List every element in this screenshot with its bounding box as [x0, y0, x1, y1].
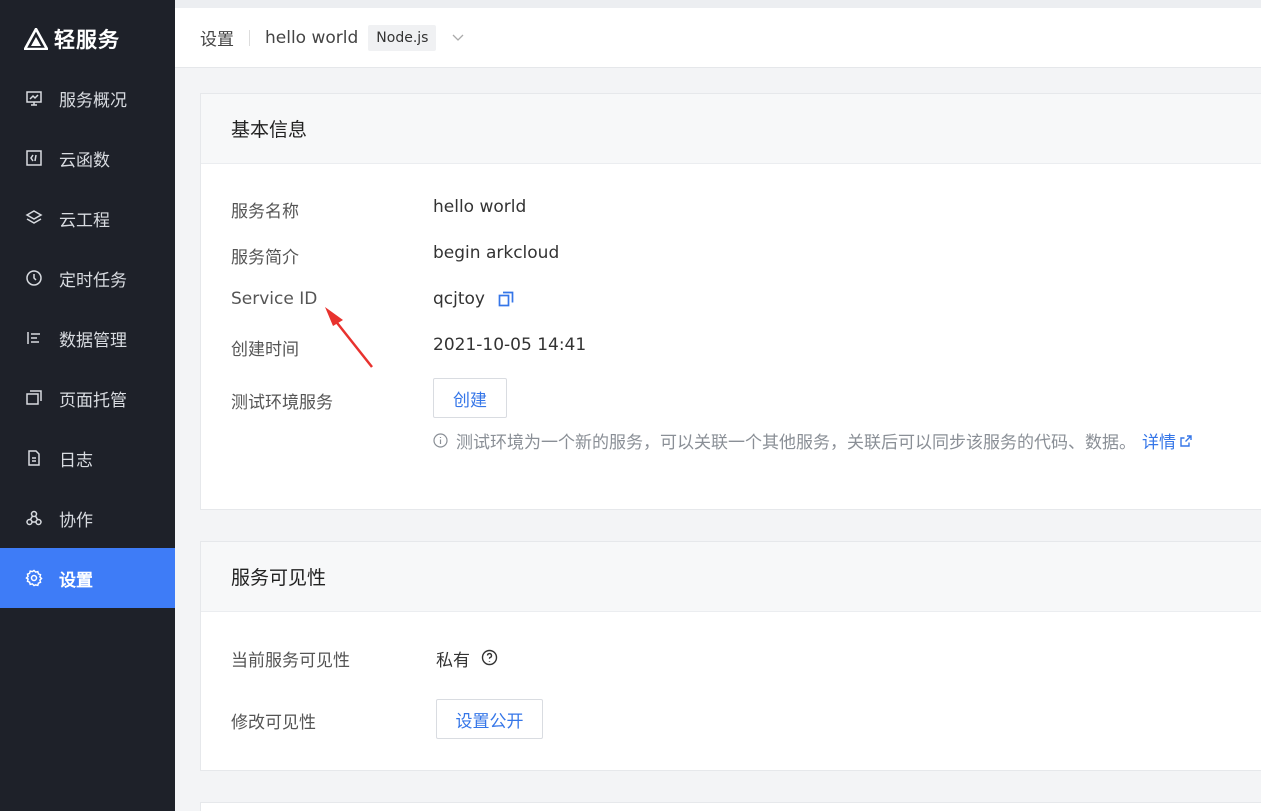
sidebar-item-functions[interactable]: 云函数	[0, 128, 175, 188]
modify-visibility-label: 修改可见性	[231, 713, 316, 733]
details-link[interactable]: 详情	[1142, 428, 1193, 453]
card-title: 基本信息	[201, 94, 1261, 164]
app-name: 轻服务	[54, 28, 120, 52]
sidebar-item-label: 协作	[59, 510, 93, 531]
service-id-value: qcjtoy	[433, 289, 485, 309]
service-desc-value: begin arkcloud	[433, 243, 560, 263]
set-public-button[interactable]: 设置公开	[436, 699, 543, 739]
service-desc-label: 服务简介	[231, 248, 299, 268]
basic-info-card: 基本信息 服务名称 hello world 服务简介 begin arkclou…	[200, 93, 1261, 510]
gear-icon	[25, 569, 43, 587]
sidebar-item-label: 页面托管	[59, 390, 127, 411]
test-env-hint: 测试环境为一个新的服务，可以关联一个其他服务，关联后可以同步该服务的代码、数据。…	[433, 428, 1193, 453]
sidebar-item-overview[interactable]: 服务概况	[0, 68, 175, 128]
sidebar: 轻服务 服务概况 云函数 云工程 定时任务 数据管理 页面托管 日志 协作 设置	[0, 0, 175, 811]
copy-icon[interactable]	[498, 291, 514, 311]
breadcrumb[interactable]: 设置	[200, 25, 234, 50]
created-time-value: 2021-10-05 14:41	[433, 335, 587, 355]
layers-icon	[25, 209, 43, 227]
sidebar-item-pages[interactable]: 页面托管	[0, 368, 175, 428]
function-icon	[25, 149, 43, 167]
log-icon	[25, 449, 43, 467]
test-env-label: 测试环境服务	[231, 393, 333, 413]
card-title: 服务可见性	[201, 542, 1261, 612]
header: 设置 hello world Node.js	[175, 0, 1261, 68]
next-card	[200, 802, 1261, 811]
logo-icon	[24, 28, 48, 50]
clock-icon	[25, 269, 43, 287]
sidebar-item-collaborate[interactable]: 协作	[0, 488, 175, 548]
visibility-card: 服务可见性 当前服务可见性 私有 修改可见性 设置公开	[200, 541, 1261, 771]
current-visibility-label: 当前服务可见性	[231, 651, 350, 671]
help-icon[interactable]	[481, 649, 498, 670]
details-link-label: 详情	[1142, 433, 1176, 453]
sidebar-item-label: 云函数	[59, 150, 110, 171]
create-button[interactable]: 创建	[433, 378, 507, 418]
hint-text: 测试环境为一个新的服务，可以关联一个其他服务，关联后可以同步该服务的代码、数据。	[456, 433, 1136, 453]
sidebar-item-data[interactable]: 数据管理	[0, 308, 175, 368]
runtime-badge: Node.js	[368, 24, 437, 51]
created-time-label: 创建时间	[231, 340, 299, 360]
sidebar-item-logs[interactable]: 日志	[0, 428, 175, 488]
app-logo[interactable]: 轻服务	[0, 0, 175, 78]
sidebar-item-projects[interactable]: 云工程	[0, 188, 175, 248]
chevron-down-icon[interactable]	[452, 31, 464, 45]
info-icon	[433, 433, 448, 448]
sidebar-item-label: 服务概况	[59, 90, 127, 111]
collaborate-icon	[25, 509, 43, 527]
service-name-value: hello world	[433, 197, 527, 217]
sidebar-item-label: 云工程	[59, 210, 110, 231]
sidebar-item-settings[interactable]: 设置	[0, 548, 175, 608]
sidebar-item-label: 数据管理	[59, 330, 127, 351]
service-name-label: 服务名称	[231, 202, 299, 222]
service-name: hello world	[265, 27, 359, 48]
service-id-label: Service ID	[231, 289, 318, 309]
external-link-icon	[1180, 434, 1192, 447]
sidebar-item-label: 定时任务	[59, 270, 127, 291]
data-icon	[25, 329, 43, 347]
sidebar-item-scheduled-tasks[interactable]: 定时任务	[0, 248, 175, 308]
divider	[249, 29, 250, 46]
sidebar-item-label: 设置	[59, 570, 93, 591]
pages-icon	[25, 389, 43, 407]
sidebar-item-label: 日志	[59, 450, 93, 471]
monitor-icon	[25, 89, 43, 107]
current-visibility-value: 私有	[436, 651, 470, 671]
